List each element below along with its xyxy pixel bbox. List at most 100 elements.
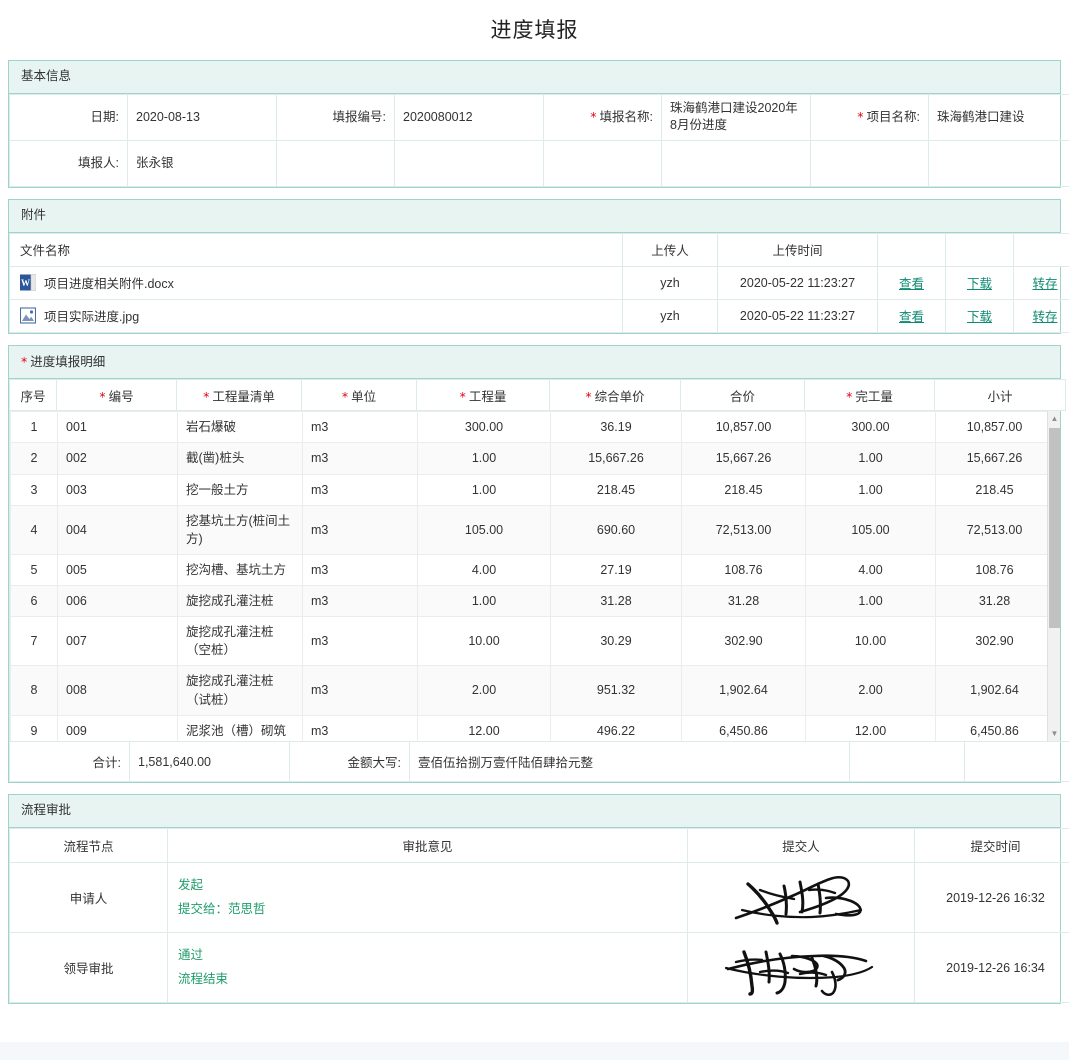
total-label: 合计: [9,741,130,783]
attachment-download-link-cell: 下载 [945,298,1014,333]
cell-item: 岩石爆破 [177,411,303,444]
cell-unit: m3 [302,714,418,742]
cell-item: 挖基坑土方(桩间土方) [177,504,303,555]
detail-col-subtotal-text: 小计 [987,389,1013,404]
attachment-uploadtime: 2020-05-22 11:23:27 [717,265,878,300]
attachment-row: 项目实际进度.jpg yzh 2020-05-22 11:23:27 查看 下载… [9,298,1069,333]
cell-code: 008 [57,665,178,716]
attachment-view-link[interactable]: 查看 [899,277,924,291]
detail-scroll-container: 1 001 岩石爆破 m3 300.00 36.19 10,857.00 300… [9,411,1061,742]
attachments-section-title: 附件 [9,199,1060,233]
field-label-date: 日期: [9,93,128,141]
attachment-uploader: yzh [622,265,718,300]
date-label-text: 日期: [90,109,119,124]
scrollbar-thumb[interactable] [1049,428,1060,629]
cell-unit-price: 496.22 [550,714,682,742]
basic-info-panel: 基本信息 日期: 2020-08-13 填报编号: 2020080012 * 填报… [8,60,1069,188]
cell-unit-price: 951.32 [550,665,682,716]
cell-seq: 7 [10,616,58,667]
cell-item: 旋挖成孔灌注桩 [177,584,303,618]
attachment-filename-text[interactable]: 项目进度相关附件.docx [44,273,174,292]
basic-info-section-title: 基本信息 [9,61,1060,94]
field-value-project-name[interactable]: 珠海鹤港口建设 [928,93,1069,141]
flow-col-node: 流程节点 [9,828,168,863]
cell-unit-price: 30.29 [550,616,682,667]
cell-done-qty: 12.00 [805,714,936,742]
total-empty-cell-1 [849,741,965,783]
detail-section-title-text: 进度填报明细 [30,354,106,369]
attachment-download-link-cell: 下载 [945,265,1014,300]
attachment-view-link-cell: 查看 [877,265,946,300]
cell-subtotal: 10,857.00 [935,411,1054,444]
cell-subtotal: 6,450.86 [935,714,1054,742]
attachment-filename-cell: W 项目进度相关附件.docx [9,265,623,300]
attachment-save-link[interactable]: 转存 [1032,310,1057,324]
cell-code: 002 [57,442,178,475]
detail-vertical-scrollbar[interactable]: ▲ ▼ [1047,411,1061,742]
field-value-report-name[interactable]: 珠海鹤港口建设2020年8月份进度 [661,93,811,141]
cell-done-qty: 105.00 [805,504,936,555]
table-row[interactable]: 6 006 旋挖成孔灌注桩 m3 1.00 31.28 31.28 1.00 3… [10,584,1059,618]
cell-unit: m3 [302,584,418,618]
basic-info-row-2: 填报人: 张永银 [9,139,1069,187]
cell-total-price: 302.90 [681,616,806,667]
field-value-report-no[interactable]: 2020080012 [394,93,544,141]
attachment-download-link[interactable]: 下载 [967,277,992,291]
detail-col-unit-price-text: 综合单价 [594,389,645,404]
required-star-icon: * [459,388,466,404]
cell-unit-price: 15,667.26 [550,442,682,475]
table-row[interactable]: 8 008 旋挖成孔灌注桩（试桩） m3 2.00 951.32 1,902.6… [10,665,1059,716]
table-row[interactable]: 1 001 岩石爆破 m3 300.00 36.19 10,857.00 300… [10,411,1059,444]
scroll-up-arrow-icon[interactable]: ▲ [1048,411,1061,426]
flow-node-name: 申请人 [9,862,168,933]
detail-col-item-text: 工程量清单 [212,389,275,404]
page-title: 进度填报 [490,19,579,42]
cell-total-price: 108.76 [681,553,806,587]
cell-total-price: 10,857.00 [681,411,806,444]
cell-item: 旋挖成孔灌注桩（试桩） [177,665,303,716]
attachment-view-link[interactable]: 查看 [899,310,924,324]
table-row[interactable]: 9 009 泥浆池（槽）砌筑 m3 12.00 496.22 6,450.86 … [10,714,1059,742]
signature-fan-sizhe-icon [724,949,873,996]
detail-col-code-text: 编号 [108,389,134,404]
cell-unit: m3 [302,411,418,444]
cell-total-price: 6,450.86 [681,714,806,742]
cell-qty: 1.00 [417,442,551,475]
flow-row: 申请人 发起 提交给：范思哲 2019-12-26 16:32 [9,862,1069,933]
table-row[interactable]: 2 002 截(凿)桩头 m3 1.00 15,667.26 15,667.26… [10,442,1059,475]
field-label-report-name: * 填报名称: [543,93,662,141]
field-value-reporter[interactable]: 张永银 [127,139,277,187]
cell-qty: 300.00 [417,411,551,444]
detail-col-unit-text: 单位 [351,389,377,404]
cell-seq: 9 [10,714,58,742]
cell-code: 001 [57,411,178,444]
attachment-filename-text[interactable]: 项目实际进度.jpg [44,306,139,325]
table-row[interactable]: 4 004 挖基坑土方(桩间土方) m3 105.00 690.60 72,51… [10,504,1059,555]
scroll-down-arrow-icon[interactable]: ▼ [1048,726,1061,741]
cell-subtotal: 72,513.00 [935,504,1054,555]
required-star-icon: * [846,388,853,404]
attachment-save-link[interactable]: 转存 [1032,277,1057,291]
detail-total-table: 合计: 1,581,640.00 金额大写: 壹佰伍拾捌万壹仟陆佰肆拾元整 [9,741,1069,783]
cell-code: 004 [57,504,178,555]
cell-unit-price: 27.19 [550,553,682,587]
table-row[interactable]: 5 005 挖沟槽、基坑土方 m3 4.00 27.19 108.76 4.00… [10,553,1059,587]
detail-col-done-qty: * 完工量 [804,379,935,412]
table-row[interactable]: 3 003 挖一般土方 m3 1.00 218.45 218.45 1.00 2… [10,473,1059,506]
attachments-table: 文件名称 上传人 上传时间 W 项目进度相关附件.docx yzh 2020-0… [9,232,1069,333]
cell-subtotal: 1,902.64 [935,665,1054,716]
field-value-date[interactable]: 2020-08-13 [127,93,277,141]
attachment-uploadtime: 2020-05-22 11:23:27 [717,298,878,333]
cell-done-qty: 1.00 [805,442,936,475]
table-row[interactable]: 7 007 旋挖成孔灌注桩（空桩） m3 10.00 30.29 302.90 … [10,616,1059,667]
detail-col-total-price: 合价 [680,379,805,412]
attachment-download-link[interactable]: 下载 [967,310,992,324]
cell-seq: 8 [10,665,58,716]
cell-subtotal: 31.28 [935,584,1054,618]
cell-unit: m3 [302,442,418,475]
cell-done-qty: 2.00 [805,665,936,716]
approval-flow-table: 流程节点 审批意见 提交人 提交时间 申请人 发起 提交给：范思哲 2019-1… [9,828,1069,1003]
cell-unit-price: 36.19 [550,411,682,444]
svg-text:W: W [21,278,30,288]
flow-opinion-line-1: 发起 [178,877,204,892]
